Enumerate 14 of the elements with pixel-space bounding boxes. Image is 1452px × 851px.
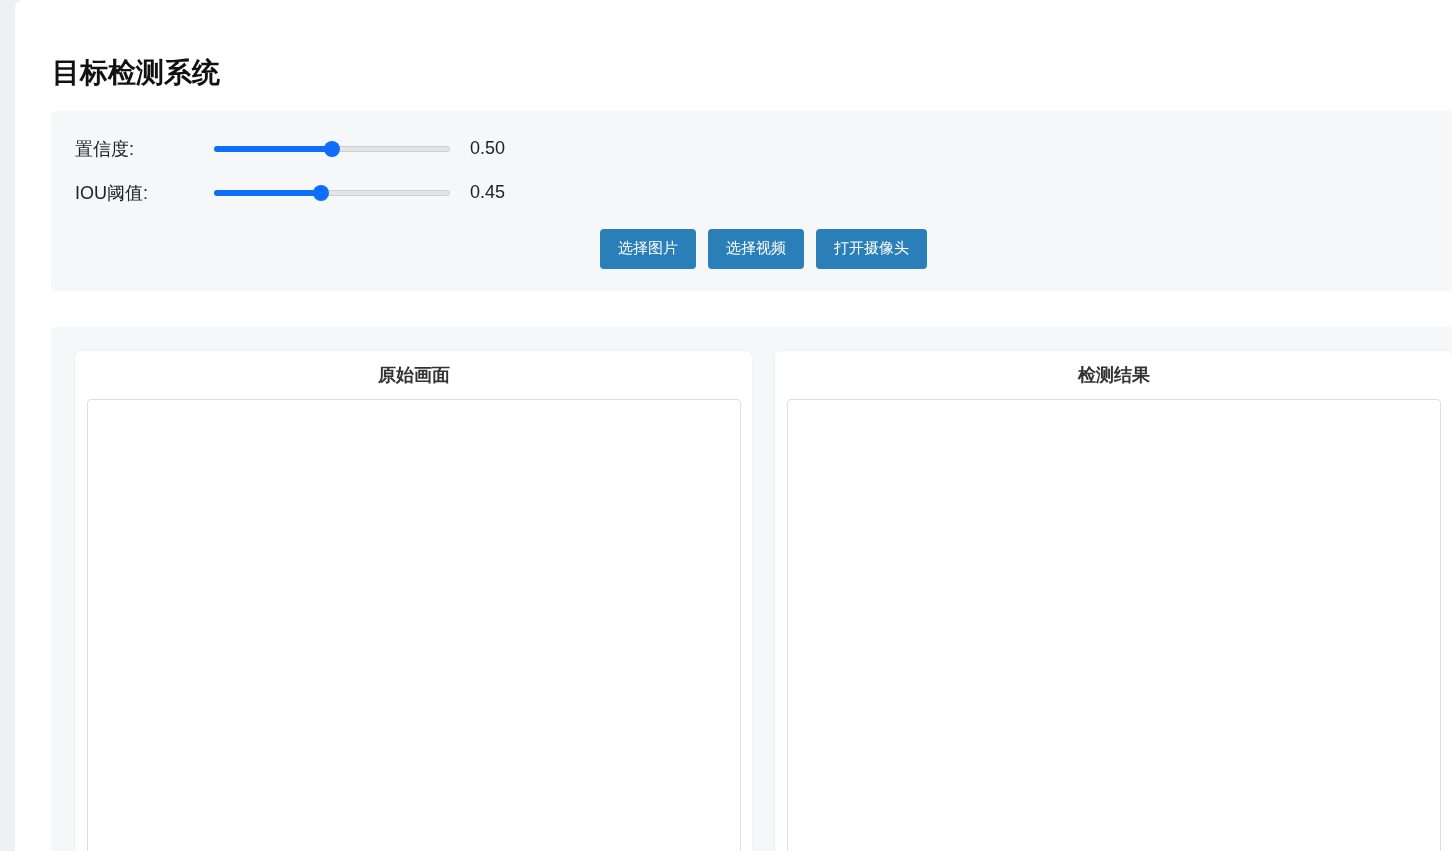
- slider[interactable]: [214, 184, 450, 201]
- action-button[interactable]: 选择视频: [707, 228, 804, 269]
- view-title: 检测结果: [1078, 363, 1150, 387]
- slider-label: 置信度:: [75, 137, 135, 161]
- slider[interactable]: [214, 140, 450, 157]
- action-button[interactable]: 选择图片: [599, 228, 696, 269]
- view-title: 原始画面: [378, 363, 450, 387]
- slider-thumb[interactable]: [324, 140, 340, 157]
- slider-value: 0.50: [470, 138, 506, 160]
- slider-thumb[interactable]: [313, 184, 329, 201]
- slider-value: 0.45: [470, 182, 506, 204]
- action-button[interactable]: 打开摄像头: [815, 228, 927, 269]
- page-title: 目标检测系统: [52, 58, 221, 89]
- slider-label: IOU阈值:: [75, 181, 149, 205]
